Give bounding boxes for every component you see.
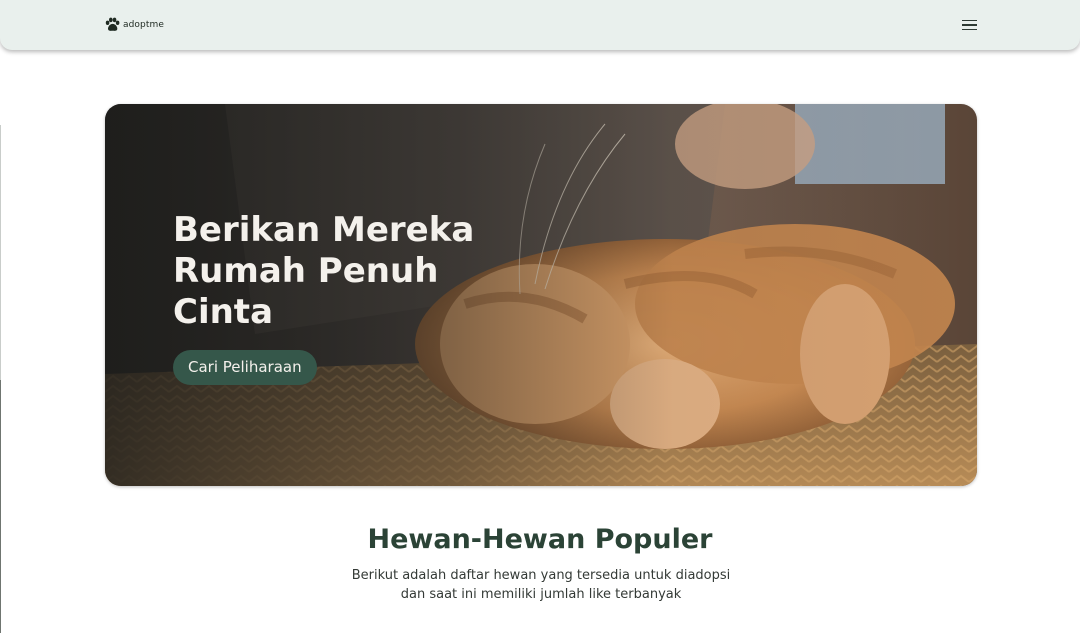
paw-icon [105, 17, 120, 31]
brand-logo-link[interactable]: adoptme [104, 16, 164, 33]
hamburger-menu-icon[interactable] [960, 17, 980, 33]
hero-banner: Berikan Mereka Rumah Penuh Cinta Cari Pe… [105, 104, 977, 486]
left-edge-divider [0, 125, 1, 380]
top-navbar: adoptme [0, 0, 1080, 50]
hero-title: Berikan Mereka Rumah Penuh Cinta [173, 210, 475, 332]
popular-pets-title: Hewan-Hewan Populer [367, 524, 713, 555]
brand-name: adoptme [123, 19, 164, 30]
left-edge-divider-dark [0, 380, 1, 633]
find-pet-button[interactable]: Cari Peliharaan [173, 350, 317, 385]
popular-pets-description: Berikut adalah daftar hewan yang tersedi… [351, 568, 731, 602]
